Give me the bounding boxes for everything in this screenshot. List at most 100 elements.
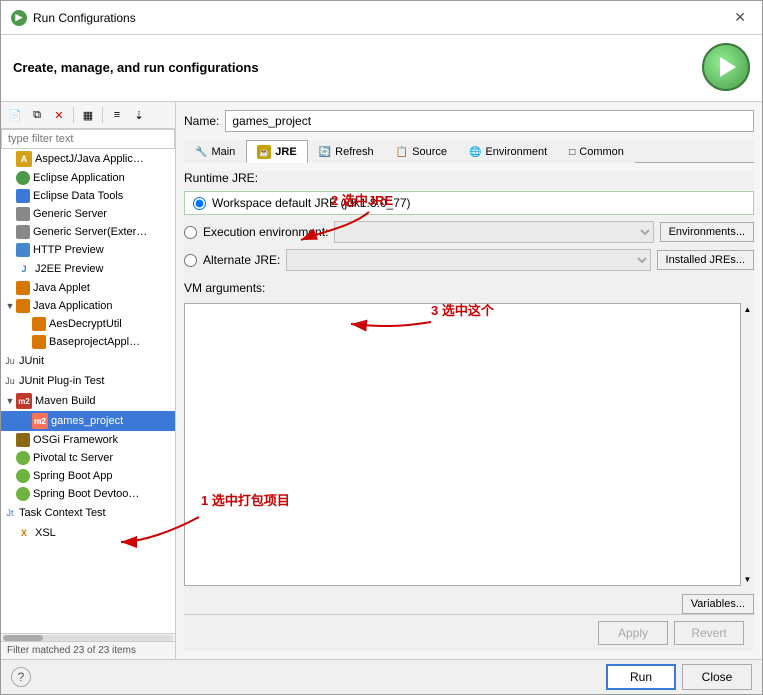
- expand-icon: [5, 264, 15, 274]
- spring-boot-icon: [16, 469, 30, 483]
- java-app-icon: [16, 299, 30, 313]
- tree-item-eclipse-data[interactable]: Eclipse Data Tools: [1, 187, 175, 205]
- expand-icon: [5, 435, 15, 445]
- config-name-input[interactable]: [225, 110, 754, 132]
- tree-item-label: Task Context Test: [19, 507, 106, 519]
- alternate-jre-radio[interactable]: [184, 254, 197, 267]
- tree-item-java-applet[interactable]: Java Applet: [1, 279, 175, 297]
- expand-icon: [21, 337, 31, 347]
- collapse-button[interactable]: ≡: [107, 105, 127, 125]
- tree-item-http-preview[interactable]: HTTP Preview: [1, 241, 175, 259]
- help-button[interactable]: ?: [11, 667, 31, 687]
- base-icon: [32, 335, 46, 349]
- tree-item-spring-devtools[interactable]: Spring Boot Devtoo…: [1, 485, 175, 503]
- expand-icon: Ju: [5, 356, 15, 366]
- tree-item-label: Spring Boot App: [33, 470, 113, 482]
- alternate-jre-select[interactable]: [286, 249, 650, 271]
- tree-item-label: Eclipse Data Tools: [33, 190, 123, 202]
- tree-item-label: Java Application: [33, 300, 113, 312]
- tree-item-pivotal[interactable]: Pivotal tc Server: [1, 449, 175, 467]
- scroll-track: [3, 635, 173, 641]
- tree-item-games-project[interactable]: m2 games_project: [1, 411, 175, 431]
- tab-source[interactable]: 📋 Source: [385, 140, 458, 163]
- scrollbar-up-icon[interactable]: ▲: [744, 305, 752, 314]
- variables-row: Variables...: [184, 594, 754, 614]
- scrollbar-down-icon[interactable]: ▼: [744, 575, 752, 584]
- alternate-jre-label[interactable]: Alternate JRE:: [203, 253, 280, 267]
- tree-item-spring-boot[interactable]: Spring Boot App: [1, 467, 175, 485]
- tab-refresh[interactable]: 🔄 Refresh: [308, 140, 385, 163]
- delete-button[interactable]: ✕: [49, 105, 69, 125]
- run-button[interactable]: Run: [606, 664, 676, 690]
- games-icon: m2: [32, 413, 48, 429]
- variables-button[interactable]: Variables...: [682, 594, 754, 614]
- workspace-jre-radio[interactable]: [193, 197, 206, 210]
- apply-button[interactable]: Apply: [598, 621, 668, 645]
- aspectj-icon: A: [16, 151, 32, 167]
- expand-icon: [5, 528, 15, 538]
- refresh-tab-icon: 🔄: [319, 147, 331, 158]
- tree-item-osgi[interactable]: OSGi Framework: [1, 431, 175, 449]
- tree-item-generic-server[interactable]: Generic Server: [1, 205, 175, 223]
- tree-item-maven-build[interactable]: ▼ m2 Maven Build: [1, 391, 175, 411]
- vm-args-textarea[interactable]: [184, 303, 754, 586]
- maven-icon: m2: [16, 393, 32, 409]
- tab-main[interactable]: 🔧 Main: [184, 140, 246, 163]
- java-applet-icon: [16, 281, 30, 295]
- filter-button[interactable]: ▦: [78, 105, 98, 125]
- tree-item-label: Generic Server(Exter…: [33, 226, 147, 238]
- filter-status: Filter matched 23 of 23 items: [1, 641, 175, 659]
- tab-environment[interactable]: 🌐 Environment: [458, 140, 558, 163]
- tree-item-aspectj[interactable]: A AspectJ/Java Applic…: [1, 149, 175, 169]
- env-tab-icon: 🌐: [469, 147, 481, 158]
- tree-item-junit-plugin[interactable]: Ju JUnit Plug-in Test: [1, 371, 175, 391]
- tree-item-label: Eclipse Application: [33, 172, 125, 184]
- tree-item-label: JUnit Plug-in Test: [19, 375, 104, 387]
- duplicate-button[interactable]: ⧉: [27, 105, 47, 125]
- generic-server-ext-icon: [16, 225, 30, 239]
- tree-item-junit[interactable]: Ju JUnit: [1, 351, 175, 371]
- revert-button[interactable]: Revert: [674, 621, 744, 645]
- pivotal-icon: [16, 451, 30, 465]
- expand-icon: [5, 173, 15, 183]
- new-config-button[interactable]: 📄: [5, 105, 25, 125]
- environments-button[interactable]: Environments...: [660, 222, 754, 242]
- expand-icon: [21, 416, 31, 426]
- execution-env-select[interactable]: [334, 221, 653, 243]
- tree-item-aes[interactable]: AesDecryptUtil: [1, 315, 175, 333]
- execution-env-label[interactable]: Execution environment:: [203, 225, 328, 239]
- close-window-button[interactable]: ✕: [728, 7, 752, 28]
- close-button[interactable]: Close: [682, 664, 752, 690]
- tree-item-generic-server-ext[interactable]: Generic Server(Exter…: [1, 223, 175, 241]
- right-panel: Name: 🔧 Main ☕ JRE 🔄 Refresh 📋: [176, 102, 762, 659]
- expand-icon: [5, 245, 15, 255]
- horizontal-scrollbar[interactable]: [1, 633, 175, 641]
- left-panel: 📄 ⧉ ✕ ▦ ≡ ⇣ A AspectJ/Java Applic…: [1, 102, 176, 659]
- http-icon: [16, 243, 30, 257]
- tree-item-j2ee[interactable]: J J2EE Preview: [1, 259, 175, 279]
- tree-item-task-context[interactable]: Jt Task Context Test: [1, 503, 175, 523]
- expand-arrow-maven: ▼: [5, 396, 15, 406]
- link-button[interactable]: ⇣: [129, 105, 149, 125]
- tree-item-java-application[interactable]: ▼ Java Application: [1, 297, 175, 315]
- execution-env-radio[interactable]: [184, 226, 197, 239]
- separator2: [102, 107, 103, 123]
- window-header: Create, manage, and run configurations: [1, 35, 762, 102]
- tab-refresh-label: Refresh: [335, 146, 374, 158]
- installed-jres-button[interactable]: Installed JREs...: [657, 250, 754, 270]
- tab-jre[interactable]: ☕ JRE: [246, 140, 307, 163]
- eclipse-data-icon: [16, 189, 30, 203]
- run-configurations-window: ▶ Run Configurations ✕ Create, manage, a…: [0, 0, 763, 695]
- workspace-jre-label[interactable]: Workspace default JRE (jdk1.8.0_77): [212, 196, 411, 210]
- tree-item-eclipse-app[interactable]: Eclipse Application: [1, 169, 175, 187]
- tree-item-label: OSGi Framework: [33, 434, 118, 446]
- tree-item-base[interactable]: BaseprojectAppl…: [1, 333, 175, 351]
- expand-icon: [5, 227, 15, 237]
- tab-common[interactable]: □ Common: [558, 140, 635, 163]
- filter-input[interactable]: [1, 129, 175, 149]
- tree-item-label: Spring Boot Devtoo…: [33, 488, 139, 500]
- run-configuration-button[interactable]: [702, 43, 750, 91]
- tree-item-label: BaseprojectAppl…: [49, 336, 140, 348]
- expand-icon: [21, 319, 31, 329]
- tree-item-xsl[interactable]: X XSL: [1, 523, 175, 543]
